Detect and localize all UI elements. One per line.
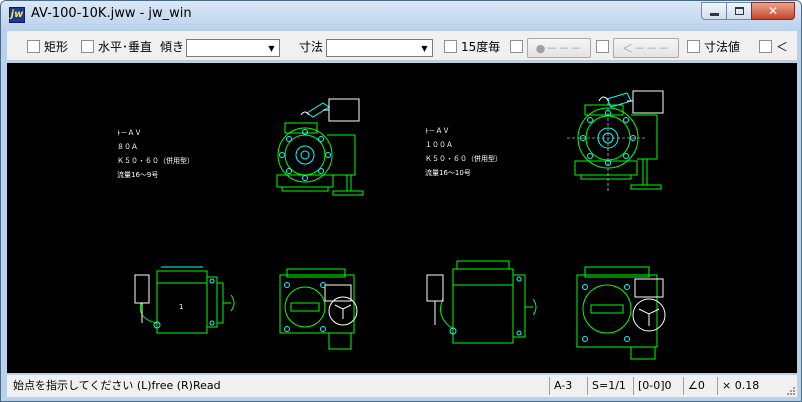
close-button[interactable]: ✕: [751, 2, 795, 20]
block1-text-3: Ｋ５０・６０（併用型）: [117, 156, 194, 165]
dimension-value-label: 寸法値: [704, 39, 741, 54]
more-label: ＜: [776, 39, 789, 54]
window-title: AV-100-10K.jww - jw_win: [31, 6, 192, 21]
more-checkbox[interactable]: [759, 39, 772, 53]
jw-app-icon[interactable]: jw: [9, 7, 25, 23]
status-bar: 始点を指示してください (L)free (R)Read A-3 S=1/1 [0…: [7, 375, 797, 397]
arrow-checkbox[interactable]: [596, 39, 609, 53]
arrow-line-button[interactable]: ＜－－－: [613, 38, 679, 58]
deg15-label: 15度毎: [461, 39, 501, 54]
block2-text-4: 流量16～10号: [425, 168, 471, 177]
control-toolbar: 矩形 水平･垂直 傾き ▼ 寸法 ▼ 15度毎 ●－－－ ＜－－－ 寸法値 ＜: [7, 31, 797, 61]
block1-text-4: 流量16～9号: [117, 170, 158, 179]
zoom-factor[interactable]: × 0.18: [717, 377, 787, 395]
rect-option[interactable]: 矩形: [27, 31, 68, 61]
dimension-value-checkbox[interactable]: [687, 39, 700, 53]
slope-select[interactable]: ▼: [186, 39, 280, 57]
minimize-button[interactable]: [701, 2, 727, 20]
valve1-front-view: [276, 98, 364, 196]
paper-size[interactable]: A-3: [549, 377, 587, 395]
rect-label: 矩形: [44, 39, 69, 54]
valve2-back-view: [576, 266, 666, 360]
valve1-back-view: [279, 268, 358, 350]
horizontal-vertical-label: 水平･垂直: [98, 39, 153, 54]
slope-label: 傾き: [160, 39, 185, 54]
block2-text-3: Ｋ５０・６０（併用型）: [425, 154, 502, 163]
resize-grip-icon[interactable]: [786, 386, 796, 396]
valve1-side-view: 1: [134, 266, 235, 334]
dimension-value-option[interactable]: 寸法値: [687, 31, 740, 61]
arrow-option[interactable]: [596, 31, 613, 61]
window-controls: ✕: [701, 2, 795, 20]
point-checkbox[interactable]: [510, 39, 523, 53]
layer-indicator[interactable]: [0-0]0: [633, 377, 683, 395]
block1-text-2: ８０Ａ: [117, 143, 138, 151]
scale-indicator[interactable]: S=1/1: [587, 377, 633, 395]
deg15-option[interactable]: 15度毎: [444, 31, 500, 61]
block2-text-2: １００Ａ: [425, 141, 453, 149]
cad-drawing[interactable]: ﾄ－ＡＶ ８０Ａ Ｋ５０・６０（併用型） 流量16～9号 ﾄ－ＡＶ １００Ａ Ｋ…: [7, 63, 797, 373]
title-bar[interactable]: jw AV-100-10K.jww - jw_win ✕: [1, 1, 801, 29]
minimize-icon: [709, 12, 719, 16]
more-option[interactable]: ＜: [759, 31, 788, 61]
point-option[interactable]: [510, 31, 527, 61]
drawing-canvas[interactable]: ﾄ－ＡＶ ８０Ａ Ｋ５０・６０（併用型） 流量16～9号 ﾄ－ＡＶ １００Ａ Ｋ…: [7, 63, 797, 373]
horizontal-vertical-option[interactable]: 水平･垂直: [81, 31, 152, 61]
maximize-button[interactable]: [726, 2, 752, 20]
valve2-front-view: [567, 90, 664, 193]
maximize-icon: [734, 7, 744, 15]
svg-text:1: 1: [179, 303, 183, 311]
point-line-button[interactable]: ●－－－: [527, 38, 591, 58]
chevron-down-icon: ▼: [421, 43, 428, 53]
app-window: jw AV-100-10K.jww - jw_win ✕ 矩形 水平･垂直 傾き…: [0, 0, 802, 402]
chevron-down-icon: ▼: [268, 43, 275, 53]
dimension-label: 寸法: [299, 39, 324, 54]
valve2-side-view: [426, 260, 537, 344]
status-message: 始点を指示してください (L)free (R)Read: [13, 379, 221, 392]
block2-text-1: ﾄ－ＡＶ: [425, 127, 450, 135]
block1-text-1: ﾄ－ＡＶ: [117, 129, 142, 137]
angle-indicator[interactable]: ∠0: [683, 377, 717, 395]
close-icon: ✕: [767, 4, 779, 18]
rect-checkbox[interactable]: [27, 39, 40, 53]
deg15-checkbox[interactable]: [444, 39, 457, 53]
horizontal-vertical-checkbox[interactable]: [81, 39, 94, 53]
dimension-select[interactable]: ▼: [326, 39, 433, 57]
